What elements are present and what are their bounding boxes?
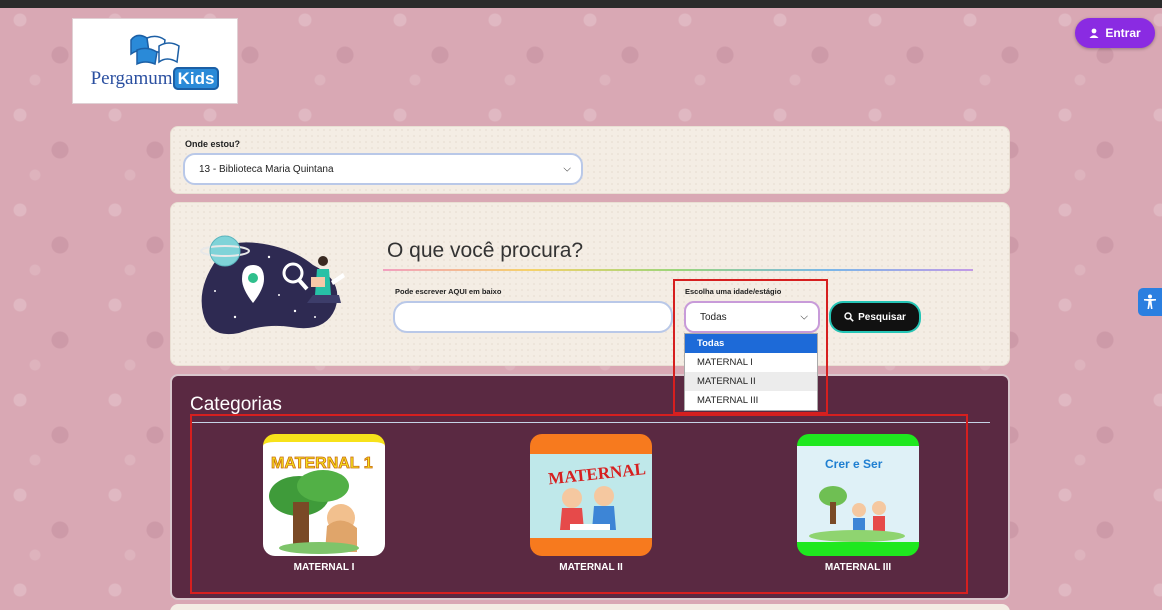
maternal-3-cover-image: Crer e Ser <box>797 434 919 556</box>
age-select-label: Escolha uma idade/estágio <box>685 287 782 296</box>
search-button-label: Pesquisar <box>858 311 906 323</box>
age-option-maternal-2[interactable]: MATERNAL II <box>685 372 817 391</box>
login-label: Entrar <box>1105 26 1141 40</box>
search-icon <box>844 312 854 322</box>
age-select[interactable]: Todas ⌵ <box>684 301 820 333</box>
search-input[interactable] <box>393 301 673 333</box>
categories-title: Categorias <box>190 394 282 415</box>
user-icon <box>1089 28 1099 38</box>
category-label: MATERNAL III <box>824 562 892 573</box>
logo-text-kids: Kids <box>172 67 220 90</box>
maternal-2-cover-image: MATERNAL <box>530 434 652 556</box>
logo-wordmark: Pergamum Kids <box>90 67 220 90</box>
age-select-value: Todas <box>700 311 727 323</box>
login-button[interactable]: Entrar <box>1075 18 1155 48</box>
pergamum-kids-logo[interactable]: Pergamum Kids <box>72 18 238 104</box>
chevron-down-icon: ⌵ <box>563 163 571 175</box>
category-label: MATERNAL I <box>293 562 355 573</box>
search-title: O que você procura? <box>387 239 584 262</box>
next-card-edge <box>170 604 1010 610</box>
books-logo-icon <box>123 32 187 66</box>
maternal-1-cover-image: MATERNAL 1 <box>263 434 385 556</box>
search-input-label: Pode escrever AQUI em baixo <box>395 287 502 296</box>
library-select[interactable]: 13 - Biblioteca Maria Quintana ⌵ <box>183 153 583 185</box>
location-label: Onde estou? <box>185 139 241 149</box>
category-maternal-3[interactable]: Crer e Ser MATERNAL III <box>796 434 920 573</box>
search-button[interactable]: Pesquisar <box>831 303 919 331</box>
title-rainbow-underline <box>383 269 973 271</box>
logo-text-pergamum: Pergamum <box>90 68 173 89</box>
category-label: MATERNAL II <box>559 562 623 573</box>
maternal-1-cover-text: MATERNAL 1 <box>271 455 373 472</box>
top-edge <box>0 0 1162 8</box>
age-option-maternal-1[interactable]: MATERNAL I <box>685 353 817 372</box>
accessibility-button[interactable] <box>1138 288 1162 316</box>
age-option-maternal-3[interactable]: MATERNAL III <box>685 391 817 410</box>
location-card: Onde estou? 13 - Biblioteca Maria Quinta… <box>170 126 1010 194</box>
maternal-3-cover-text: Crer e Ser <box>825 457 883 471</box>
category-maternal-1[interactable]: MATERNAL 1 MATERNAL I <box>262 434 386 573</box>
library-select-value: 13 - Biblioteca Maria Quintana <box>199 163 334 175</box>
category-maternal-2[interactable]: MATERNAL MATERNAL II <box>529 434 653 573</box>
age-option-todas[interactable]: Todas <box>685 334 817 353</box>
categories-card: Categorias MATERNAL 1 MATERNAL I MATERNA… <box>170 374 1010 600</box>
accessibility-icon <box>1144 294 1156 309</box>
chevron-down-icon: ⌵ <box>800 311 808 323</box>
age-options-list[interactable]: Todas MATERNAL I MATERNAL II MATERNAL II… <box>684 333 818 411</box>
search-card: O que você procura? Pode escrever AQUI e… <box>170 202 1010 366</box>
categories-divider <box>190 422 990 423</box>
reading-girl-illustration <box>195 221 355 341</box>
